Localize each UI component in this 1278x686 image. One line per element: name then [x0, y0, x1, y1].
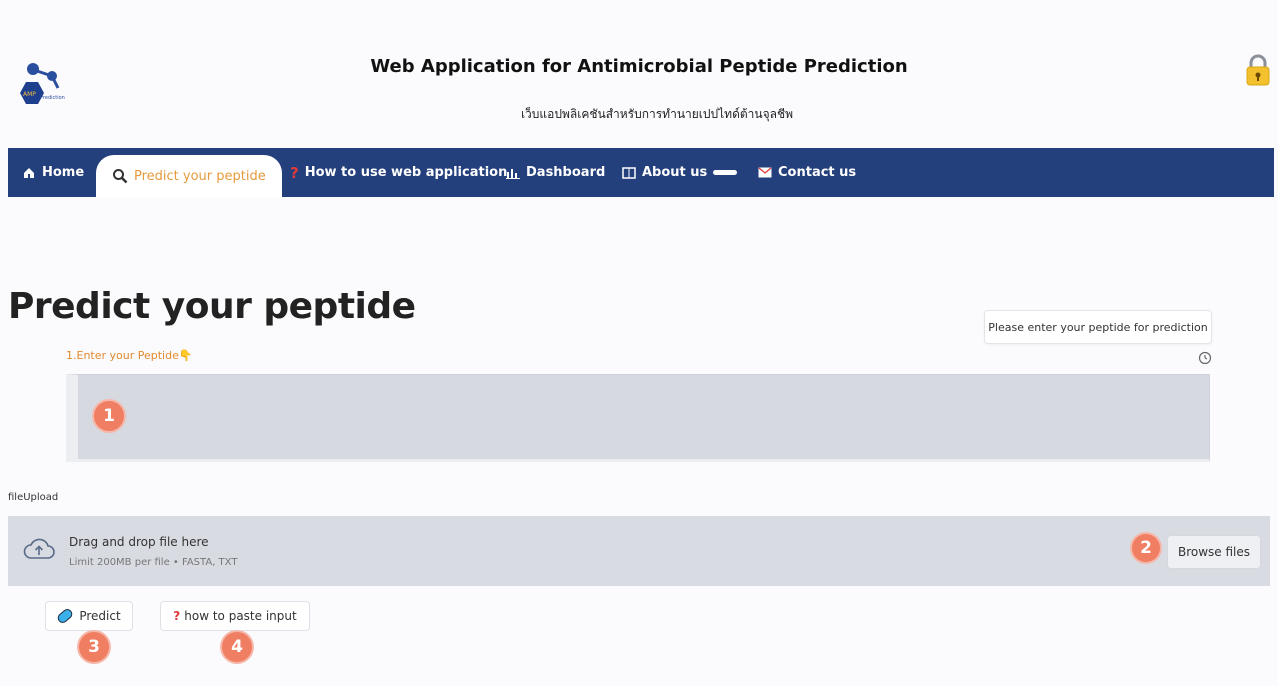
- how-to-paste-button[interactable]: ? how to paste input: [160, 601, 310, 631]
- question-icon: ?: [173, 609, 181, 623]
- predict-button-label: Predict: [79, 609, 121, 623]
- nav-predict[interactable]: Predict your peptide: [96, 155, 282, 197]
- how-to-paste-label: how to paste input: [184, 609, 297, 623]
- browse-files-button[interactable]: Browse files: [1167, 535, 1261, 569]
- cloud-upload-icon: [22, 536, 56, 562]
- file-dropzone[interactable]: [8, 516, 1270, 586]
- step-badge-4: 4: [222, 632, 252, 662]
- step-badge-1: 1: [94, 401, 124, 431]
- nav-home[interactable]: Home: [22, 148, 84, 197]
- help-circle-icon[interactable]: [1198, 350, 1212, 365]
- peptide-input[interactable]: [66, 374, 1210, 462]
- search-icon: [112, 168, 128, 184]
- app-subtitle: เว็บแอปพลิเคชันสำหรับการทำนายเปปไทด์ต้าน…: [520, 107, 794, 121]
- peptide-tooltip: Please enter your peptide for prediction: [984, 310, 1212, 344]
- predict-button[interactable]: Predict: [45, 601, 133, 631]
- step-badge-2: 2: [1132, 534, 1160, 562]
- nav-dashboard-label: Dashboard: [526, 165, 606, 180]
- nav-home-label: Home: [42, 165, 85, 180]
- enter-peptide-label: 1.Enter your Peptide👇: [66, 349, 193, 362]
- nav-about-us[interactable]: About us: [622, 148, 738, 197]
- page-title: Predict your peptide: [8, 286, 416, 327]
- svg-text:AMP: AMP: [23, 91, 36, 98]
- nav-contact-us-label: Contact us: [778, 165, 857, 180]
- lock-icon[interactable]: [1244, 53, 1272, 87]
- nav-predict-label: Predict your peptide: [134, 168, 266, 184]
- nav-about-us-label: About us: [642, 165, 708, 180]
- mail-icon: [758, 167, 772, 178]
- app-title: Web Application for Antimicrobial Peptid…: [370, 56, 908, 77]
- main-nav: Home Predict your peptide ? How to use w…: [8, 148, 1274, 197]
- chevron-down-icon: [713, 170, 738, 175]
- nav-how-to-use[interactable]: ? How to use web application: [290, 148, 507, 197]
- step-badge-3: 3: [79, 632, 109, 662]
- file-upload-label: fileUpload: [8, 492, 59, 503]
- pill-icon: [55, 607, 75, 625]
- logo-text: Prediction: [40, 95, 65, 101]
- book-icon: [622, 166, 636, 179]
- nav-dashboard[interactable]: Dashboard: [506, 148, 605, 197]
- bar-chart-icon: [506, 167, 520, 179]
- question-icon: ?: [290, 163, 299, 182]
- dropzone-title: Drag and drop file here: [69, 535, 209, 549]
- dropzone-limit: Limit 200MB per file • FASTA, TXT: [69, 557, 238, 568]
- nav-contact-us[interactable]: Contact us: [758, 148, 856, 197]
- home-icon: [22, 166, 36, 180]
- nav-how-to-use-label: How to use web application: [304, 165, 508, 180]
